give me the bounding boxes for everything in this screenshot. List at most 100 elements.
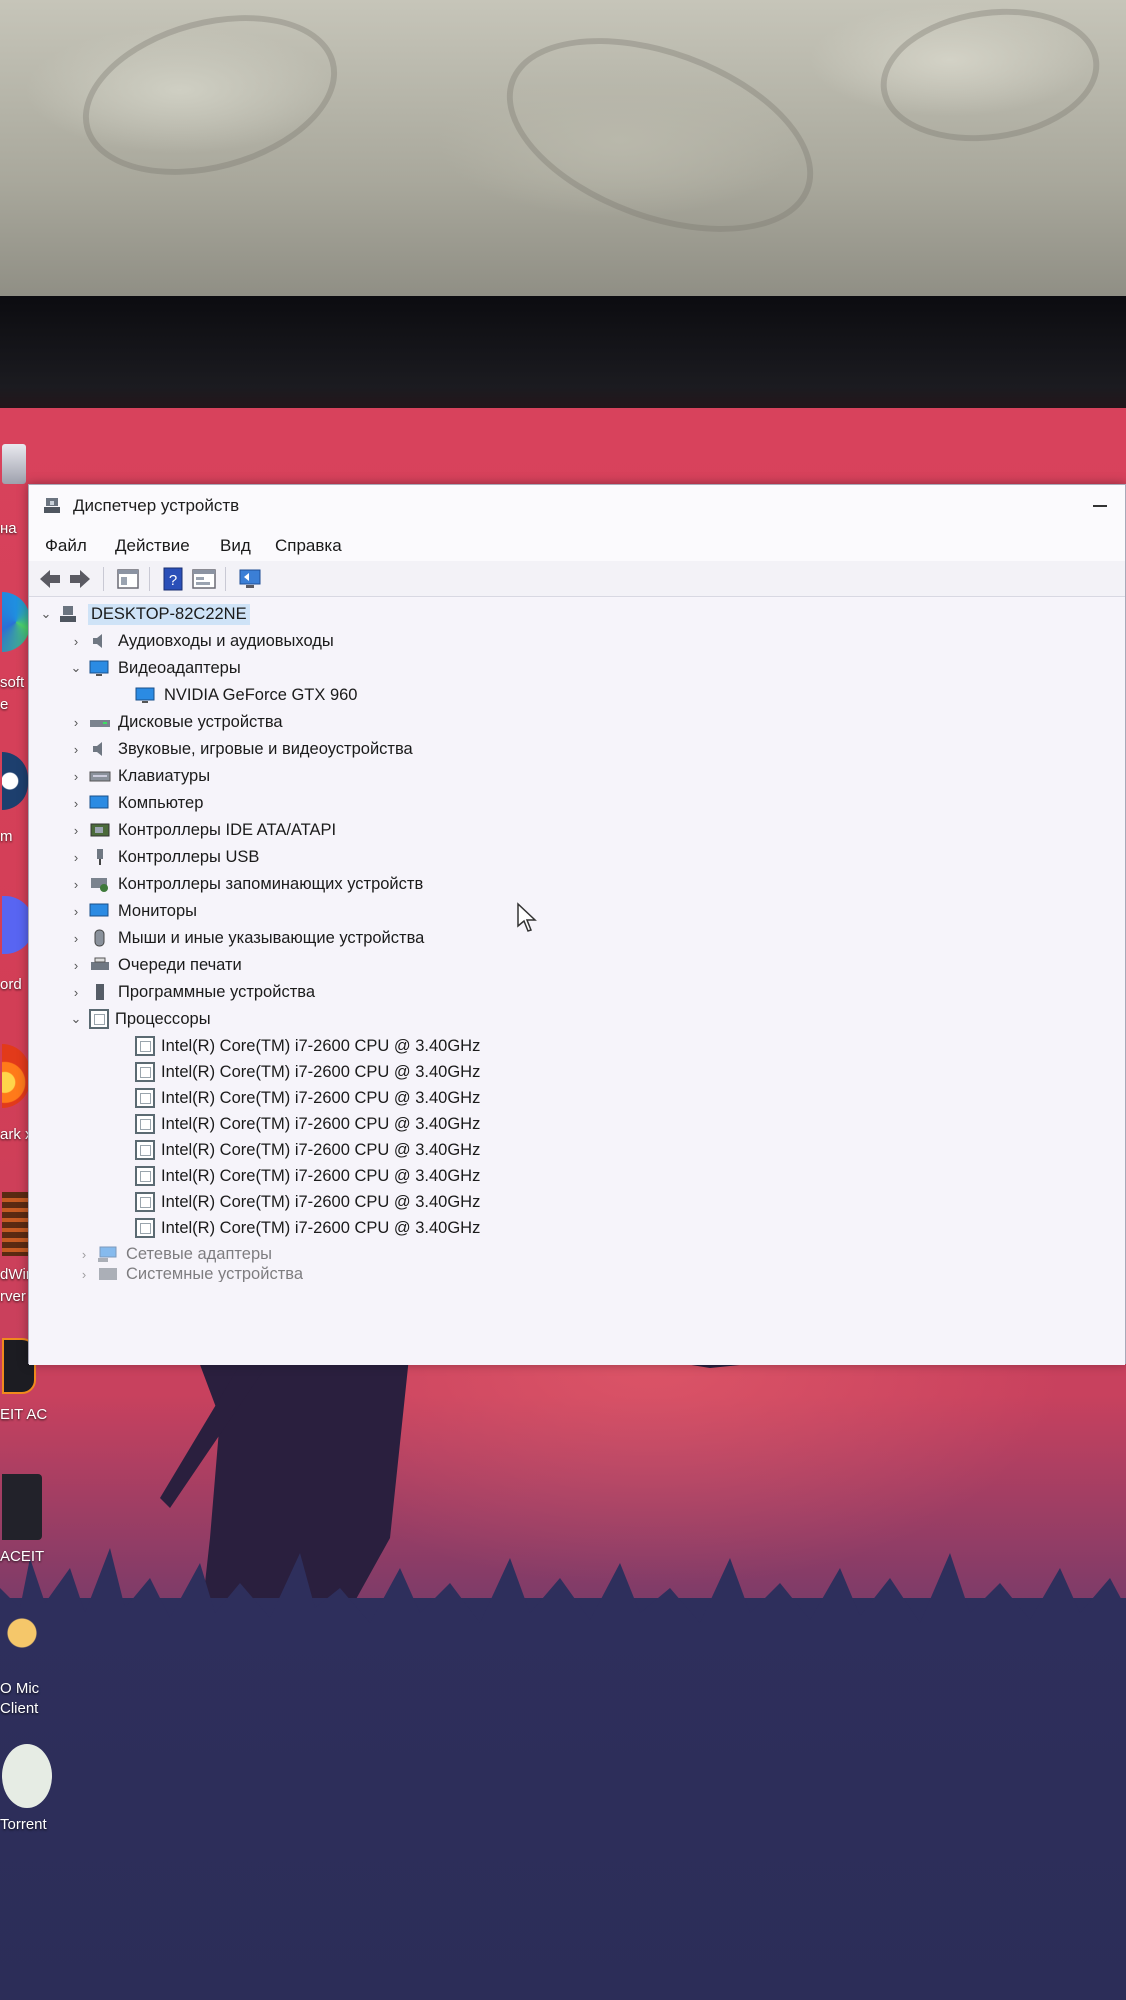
- chevron-down-icon[interactable]: ⌄: [69, 1011, 83, 1027]
- monitor-bezel: [0, 296, 1126, 426]
- tree-category-ide-controllers[interactable]: › Контроллеры IDE ATA/ATAPI: [69, 817, 336, 843]
- tree-device-gpu[interactable]: NVIDIA GeForce GTX 960: [129, 682, 358, 708]
- tree-root[interactable]: ⌄ DESKTOP-82C22NE: [39, 601, 250, 627]
- desktop-icon-label: e: [0, 696, 9, 713]
- chevron-right-icon[interactable]: ›: [69, 796, 83, 811]
- chevron-down-icon[interactable]: ⌄: [69, 660, 83, 676]
- back-arrow-icon[interactable]: [37, 567, 63, 591]
- scan-hardware-icon[interactable]: [237, 567, 263, 591]
- chevron-right-icon[interactable]: ›: [77, 1267, 91, 1282]
- wall-pattern: [480, 0, 840, 270]
- category-label: Системные устройства: [126, 1266, 304, 1282]
- device-label: Intel(R) Core(TM) i7-2600 CPU @ 3.40GHz: [161, 1218, 481, 1237]
- processor-icon: [135, 1036, 155, 1056]
- title-bar[interactable]: Диспетчер устройств: [29, 485, 1125, 527]
- tree-category-system-devices[interactable]: › Системные устройства: [77, 1266, 303, 1282]
- chevron-right-icon[interactable]: ›: [69, 742, 83, 757]
- tree-category-audio-io[interactable]: › Аудиовходы и аудиовыходы: [69, 628, 334, 654]
- chevron-right-icon[interactable]: ›: [69, 904, 83, 919]
- speaker-icon: [93, 634, 102, 648]
- flame-icon: [2, 1044, 30, 1108]
- chevron-right-icon[interactable]: ›: [69, 823, 83, 838]
- menu-file[interactable]: Файл: [45, 536, 87, 556]
- device-label: Intel(R) Core(TM) i7-2600 CPU @ 3.40GHz: [161, 1036, 481, 1055]
- tree-category-network-adapters[interactable]: › Сетевые адаптеры: [77, 1241, 272, 1267]
- utorrent-shortcut[interactable]: Torrent: [0, 1744, 56, 1833]
- menu-view[interactable]: Вид: [220, 536, 251, 556]
- desktop-icon-label: soft: [0, 674, 25, 691]
- device-label: Intel(R) Core(TM) i7-2600 CPU @ 3.40GHz: [161, 1192, 481, 1211]
- tree-category-disk-drives[interactable]: › Дисковые устройства: [69, 709, 283, 735]
- tree-category-keyboards[interactable]: › Клавиатуры: [69, 763, 210, 789]
- faceit-shortcut[interactable]: ACEIT: [0, 1474, 56, 1565]
- tree-category-computer[interactable]: › Компьютер: [69, 790, 204, 816]
- device-manager-window: Диспетчер устройств Файл Действие Вид Сп…: [28, 484, 1126, 1365]
- forward-arrow-icon[interactable]: [67, 567, 93, 591]
- help-icon[interactable]: ?: [161, 567, 187, 591]
- menu-help[interactable]: Справка: [275, 536, 342, 556]
- device-label: Intel(R) Core(TM) i7-2600 CPU @ 3.40GHz: [161, 1140, 481, 1159]
- tree-device-cpu[interactable]: Intel(R) Core(TM) i7-2600 CPU @ 3.40GHz: [133, 1189, 480, 1215]
- chevron-right-icon[interactable]: ›: [69, 715, 83, 730]
- resources-view-icon[interactable]: [191, 567, 217, 591]
- processor-icon: [135, 1088, 155, 1108]
- tree-category-usb-controllers[interactable]: › Контроллеры USB: [69, 844, 260, 870]
- chevron-right-icon[interactable]: ›: [69, 634, 83, 649]
- tree-category-processors[interactable]: ⌄ Процессоры: [69, 1006, 211, 1032]
- tree-device-cpu[interactable]: Intel(R) Core(TM) i7-2600 CPU @ 3.40GHz: [133, 1033, 480, 1059]
- computer-root-icon: [60, 606, 76, 622]
- category-label: Аудиовходы и аудиовыходы: [118, 631, 334, 650]
- category-label: Клавиатуры: [118, 766, 211, 785]
- tree-category-print-queues[interactable]: › Очереди печати: [69, 952, 242, 978]
- chevron-down-icon[interactable]: ⌄: [39, 606, 53, 622]
- tree-device-cpu[interactable]: Intel(R) Core(TM) i7-2600 CPU @ 3.40GHz: [133, 1163, 480, 1189]
- chevron-right-icon[interactable]: ›: [69, 769, 83, 784]
- window-title: Диспетчер устройств: [73, 496, 240, 515]
- chevron-right-icon[interactable]: ›: [69, 931, 83, 946]
- tree-category-monitors[interactable]: › Мониторы: [69, 898, 197, 924]
- edge-icon: [2, 592, 30, 652]
- desktop-icon-label: rver: [0, 1288, 26, 1305]
- tree-category-storage-controllers[interactable]: › Контроллеры запоминающих устройств: [69, 871, 423, 897]
- processor-icon: [135, 1062, 155, 1082]
- chevron-right-icon[interactable]: ›: [77, 1247, 91, 1262]
- device-label: Intel(R) Core(TM) i7-2600 CPU @ 3.40GHz: [161, 1114, 481, 1133]
- category-label: Видеоадаптеры: [118, 658, 241, 677]
- toolbar-separator: [225, 567, 226, 591]
- torrent-icon: [2, 1744, 52, 1808]
- mouse-icon: [94, 929, 105, 947]
- menu-action[interactable]: Действие: [115, 536, 190, 556]
- category-label: Звуковые, игровые и видеоустройства: [118, 739, 413, 758]
- tree-category-sound-devices[interactable]: › Звуковые, игровые и видеоустройства: [69, 736, 413, 762]
- tree-device-cpu[interactable]: Intel(R) Core(TM) i7-2600 CPU @ 3.40GHz: [133, 1111, 480, 1137]
- desktop-icon-label: EIT AC: [0, 1406, 48, 1423]
- desktop-icon-label: m: [0, 828, 13, 845]
- tree-category-mice[interactable]: › Мыши и иные указывающие устройства: [69, 925, 424, 951]
- trash-icon: [2, 444, 26, 484]
- category-label: Компьютер: [118, 793, 204, 812]
- chevron-right-icon[interactable]: ›: [69, 985, 83, 1000]
- mic-client-shortcut[interactable]: O Mic Client: [0, 1612, 56, 1717]
- chevron-right-icon[interactable]: ›: [69, 850, 83, 865]
- toolbar: ?: [29, 561, 1125, 597]
- device-label: Intel(R) Core(TM) i7-2600 CPU @ 3.40GHz: [161, 1088, 481, 1107]
- chevron-right-icon[interactable]: ›: [69, 958, 83, 973]
- controller-chip-icon: [90, 823, 110, 837]
- tree-category-software-devices[interactable]: › Программные устройства: [69, 979, 315, 1005]
- tree-category-video-adapters[interactable]: ⌄ Видеоадаптеры: [69, 655, 241, 681]
- tree-device-cpu[interactable]: Intel(R) Core(TM) i7-2600 CPU @ 3.40GHz: [133, 1137, 480, 1163]
- chevron-right-icon[interactable]: ›: [69, 877, 83, 892]
- tree-device-cpu[interactable]: Intel(R) Core(TM) i7-2600 CPU @ 3.40GHz: [133, 1085, 480, 1111]
- properties-sheet-icon[interactable]: [115, 567, 141, 591]
- tree-device-cpu[interactable]: Intel(R) Core(TM) i7-2600 CPU @ 3.40GHz: [133, 1059, 480, 1085]
- monitor-icon: [89, 903, 109, 917]
- device-label: Intel(R) Core(TM) i7-2600 CPU @ 3.40GHz: [161, 1062, 481, 1081]
- minimize-button[interactable]: [1093, 505, 1107, 507]
- tree-device-cpu[interactable]: Intel(R) Core(TM) i7-2600 CPU @ 3.40GHz: [133, 1215, 480, 1241]
- software-device-icon: [96, 984, 104, 1000]
- mic-icon: [2, 1612, 42, 1672]
- processor-icon: [135, 1218, 155, 1238]
- recycle-bin-shortcut[interactable]: на: [0, 444, 56, 537]
- grass-blades: [0, 1548, 1126, 1648]
- category-label: Очереди печати: [118, 955, 242, 974]
